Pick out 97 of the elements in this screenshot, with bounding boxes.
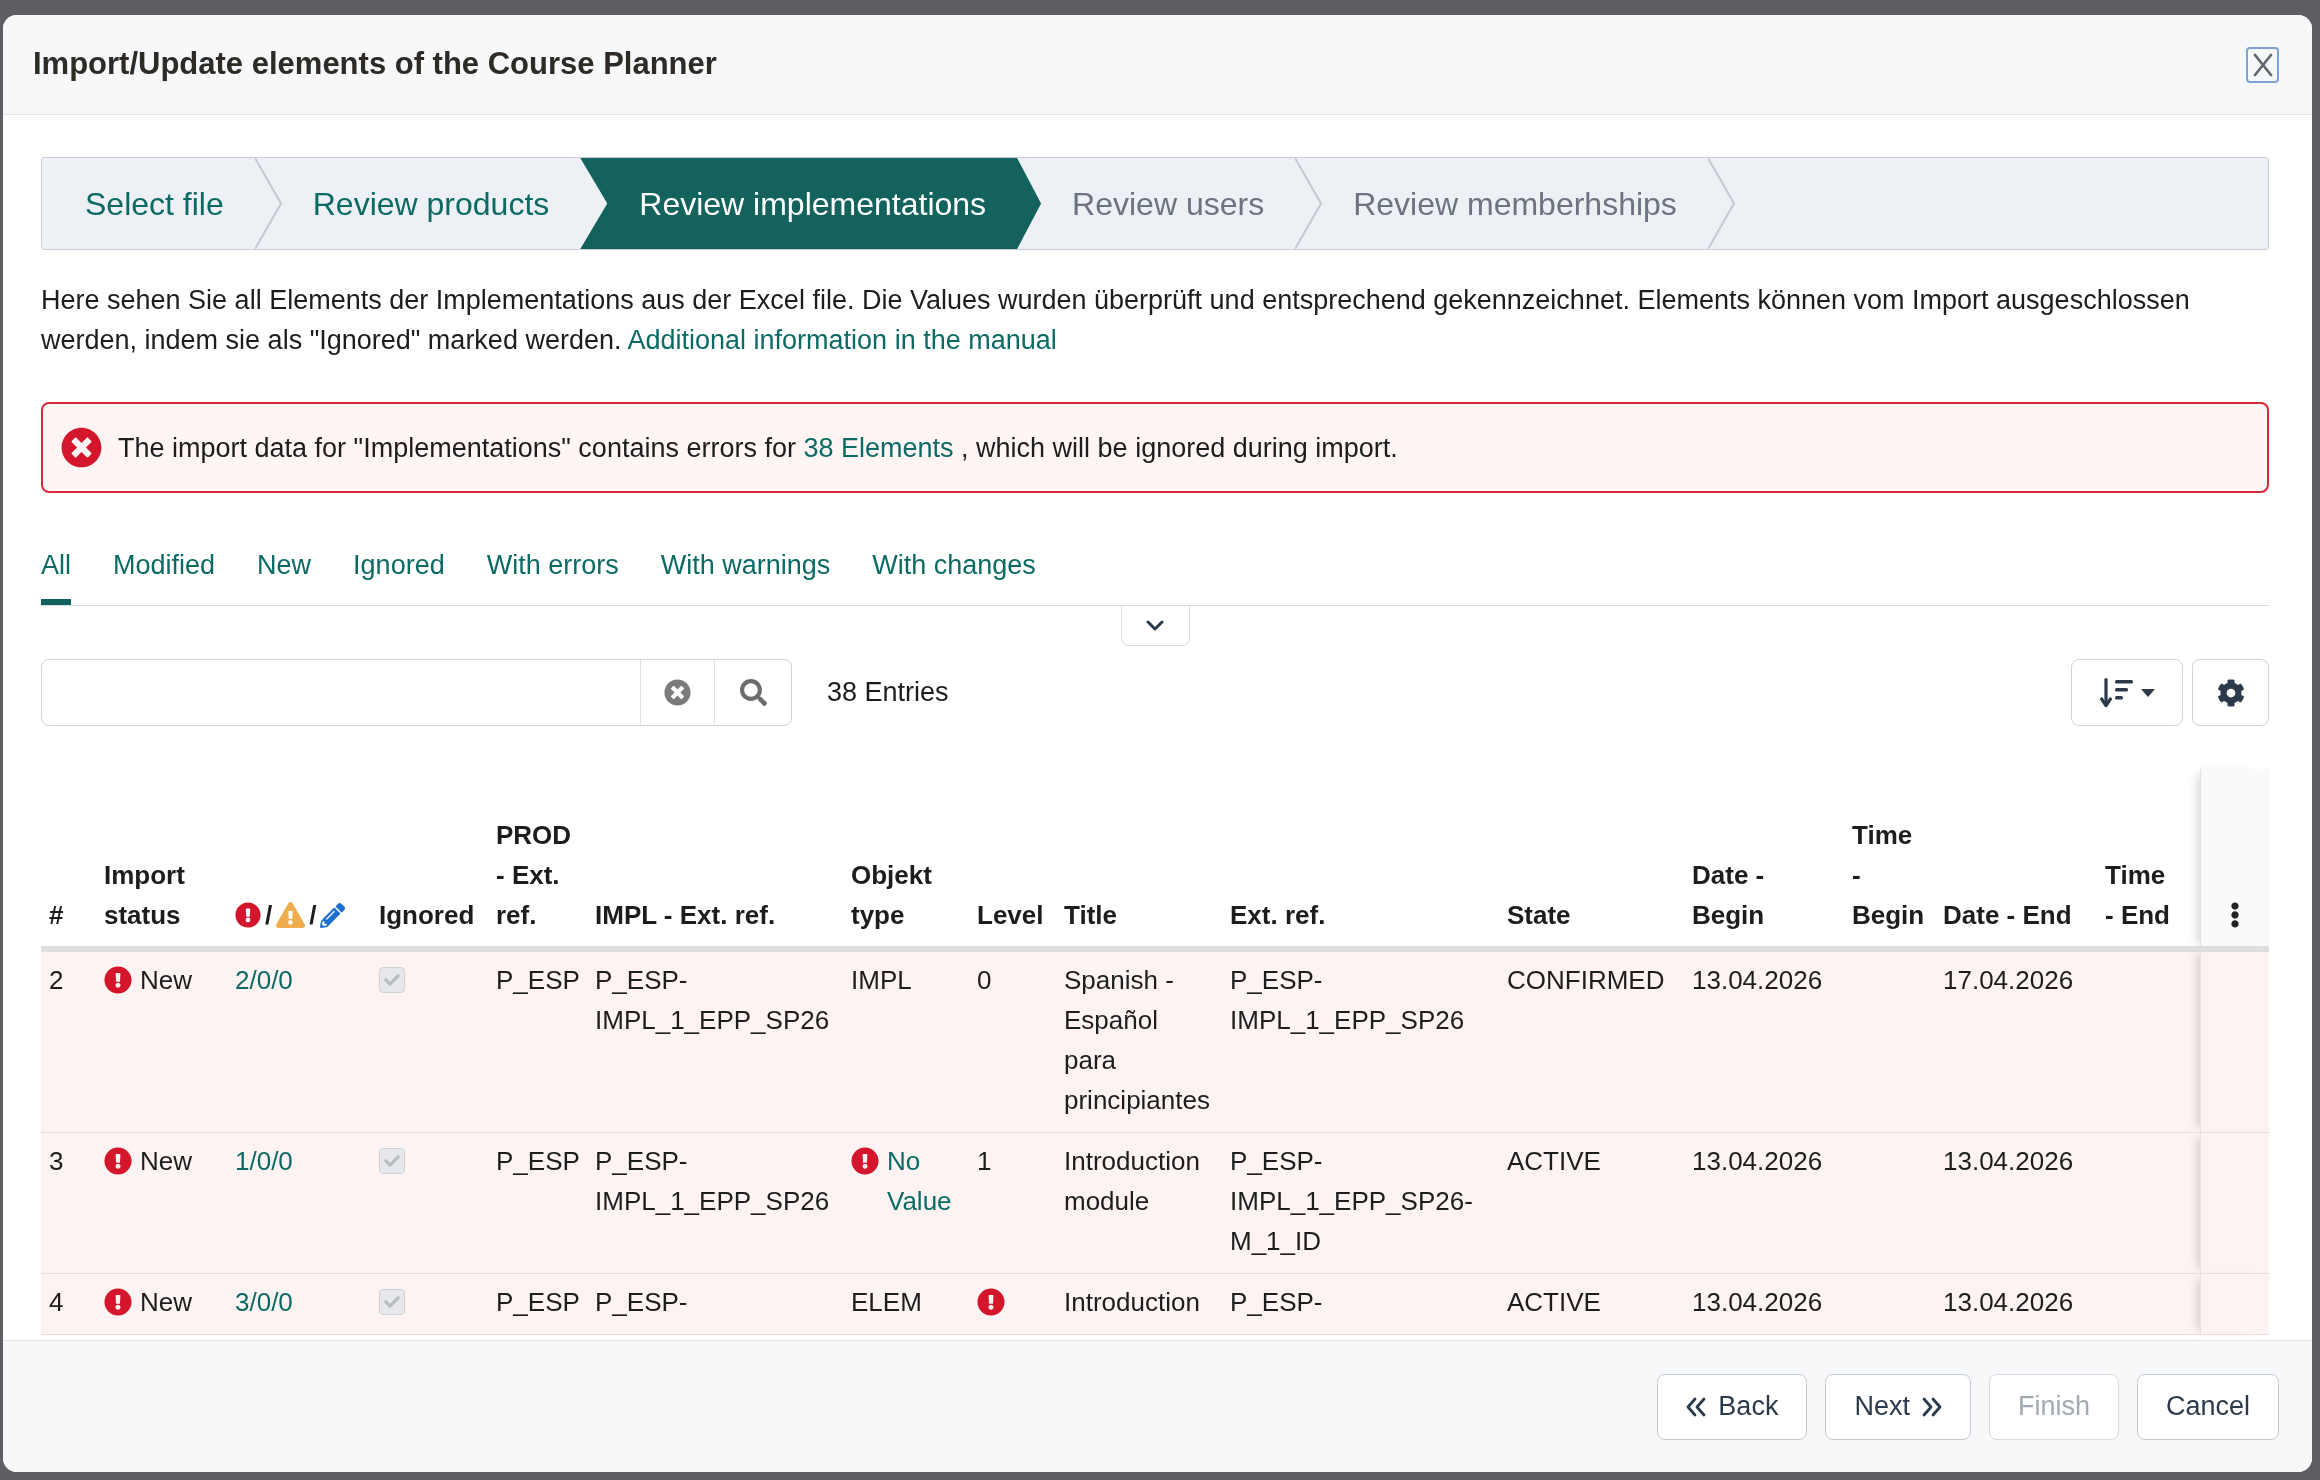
state-text: ACTIVE <box>1507 1286 1601 1319</box>
level-value: 1 <box>977 1145 992 1178</box>
search-icon <box>739 679 767 706</box>
row-number: 3 <box>49 1145 64 1178</box>
status-text: New <box>140 964 192 997</box>
issue-count-link[interactable]: 1/0/0 <box>235 1146 293 1176</box>
elements-link[interactable]: 38 Elements <box>803 432 954 463</box>
filter-tab[interactable]: Ignored <box>353 545 445 605</box>
column-header: # <box>49 899 64 932</box>
manual-link[interactable]: Additional information in the manual <box>627 325 1057 355</box>
slash-separator: / <box>265 899 273 932</box>
wizard-step[interactable]: Review memberhships <box>1322 158 1708 249</box>
column-header: Import status <box>104 859 186 932</box>
row-number: 2 <box>49 964 64 997</box>
title-text: Spanish - Español para principiantes <box>1064 964 1211 1117</box>
error-icon <box>104 1288 132 1316</box>
state-text: CONFIRMED <box>1507 964 1665 997</box>
end-date: 17.04.2026 <box>1943 964 2074 997</box>
alert-message: The import data for "Implementations" contains errors for 38 Elements , which will be ignored during import. <box>118 431 1398 465</box>
wizard-step[interactable]: Review users <box>1041 158 1296 249</box>
checkmark-icon <box>384 1294 400 1310</box>
chevron-down-icon <box>1146 620 1164 631</box>
filter-tab[interactable]: Modified <box>113 545 216 605</box>
column-header: Ext. ref. <box>1230 899 1326 932</box>
pencil-icon <box>320 902 346 928</box>
filter-tab[interactable]: With errors <box>486 545 619 605</box>
cancel-button[interactable]: Cancel <box>2136 1373 2279 1440</box>
implementation-ref: P_ESP- <box>595 1286 688 1319</box>
column-header: Level <box>977 899 1044 932</box>
product-ref: P_ESP <box>496 964 580 997</box>
issue-count-link[interactable]: 2/0/0 <box>235 965 293 995</box>
begin-date: 13.04.2026 <box>1692 1145 1823 1178</box>
begin-date: 13.04.2026 <box>1692 1286 1823 1319</box>
close-icon <box>2252 52 2273 77</box>
sort-icon <box>2099 677 2134 708</box>
title-text: Introduction <box>1064 1286 1200 1319</box>
back-button[interactable]: Back <box>1657 1373 1808 1440</box>
column-header: Ignored <box>379 899 475 932</box>
implementation-ref: P_ESP-IMPL_1_EPP_SP26 <box>595 964 831 1037</box>
error-icon <box>61 427 102 468</box>
double-chevron-left-icon <box>1686 1396 1707 1417</box>
column-header: State <box>1507 899 1571 932</box>
kebab-menu-icon[interactable] <box>2229 902 2240 928</box>
entries-count: 38 Entries <box>827 676 949 710</box>
product-ref: P_ESP <box>496 1145 580 1178</box>
next-button[interactable]: Next <box>1825 1373 1971 1440</box>
wizard-step[interactable]: Select file <box>42 158 255 249</box>
filter-tab[interactable]: With warnings <box>660 545 831 605</box>
product-ref: P_ESP <box>496 1286 580 1319</box>
missing-value-link[interactable]: No Value <box>887 1141 961 1221</box>
external-ref: P_ESP- <box>1230 1286 1323 1319</box>
close-button[interactable] <box>2246 46 2279 83</box>
end-date: 13.04.2026 <box>1943 1145 2074 1178</box>
dialog-title: Import/Update elements of the Course Planner <box>33 45 717 84</box>
description-text: Here sehen Sie all Elements der Implementations aus der Excel file. Die Values wurden überprüft und entsprechend gekennzeichnet. Elements können vom Import ausgeschlossen werden, indem sie als "Ignored" marked werden. Additional information in the manual <box>41 284 2191 357</box>
wizard-step[interactable]: Review products <box>281 158 581 249</box>
external-ref: P_ESP-IMPL_1_EPP_SP26-M_1_ID <box>1230 1145 1474 1258</box>
title-text: Introduction module <box>1064 1145 1201 1218</box>
double-chevron-right-icon <box>1921 1396 1942 1417</box>
object-type: IMPL <box>851 964 912 997</box>
warning-icon <box>276 902 306 928</box>
implementation-ref: P_ESP-IMPL_1_EPP_SP26 <box>595 1145 831 1218</box>
row-number: 4 <box>49 1286 64 1319</box>
status-text: New <box>140 1145 192 1178</box>
column-header: IMPL - Ext. ref. <box>595 899 776 932</box>
end-date: 13.04.2026 <box>1943 1286 2074 1319</box>
object-type: ELEM <box>851 1286 922 1319</box>
checkmark-icon <box>384 1153 400 1169</box>
error-icon <box>235 902 261 928</box>
external-ref: P_ESP-IMPL_1_EPP_SP26 <box>1230 964 1466 1037</box>
filter-tab[interactable]: New <box>257 545 312 605</box>
column-header: PROD - Ext. ref. <box>496 819 573 932</box>
sort-button[interactable] <box>2071 659 2183 726</box>
issue-count-link[interactable]: 3/0/0 <box>235 1287 293 1317</box>
settings-icon <box>2216 678 2245 707</box>
filter-tab[interactable]: With changes <box>872 545 1036 605</box>
wizard-step[interactable]: Review implementations <box>580 158 1042 249</box>
settings-button[interactable] <box>2192 659 2269 726</box>
column-header: Time - End <box>2105 859 2171 932</box>
begin-date: 13.04.2026 <box>1692 964 1823 997</box>
column-header: Objekt type <box>851 859 933 932</box>
column-header: Title <box>1064 899 1117 932</box>
error-icon <box>104 1147 132 1175</box>
error-icon <box>104 966 132 994</box>
caret-icon <box>2140 688 2155 697</box>
status-text: New <box>140 1286 192 1319</box>
filter-tab[interactable]: All <box>41 545 71 605</box>
column-header: Time - Begin <box>1852 819 1926 932</box>
error-icon <box>851 1147 879 1175</box>
state-text: ACTIVE <box>1507 1145 1601 1178</box>
expand-toggle-button[interactable] <box>1120 606 1190 646</box>
column-header: Date - End <box>1943 899 2072 932</box>
slash-separator: / <box>309 899 317 932</box>
checkmark-icon <box>384 972 400 988</box>
error-icon <box>977 1288 1005 1316</box>
column-header: Date - Begin <box>1692 859 1766 932</box>
level-value: 0 <box>977 964 992 997</box>
